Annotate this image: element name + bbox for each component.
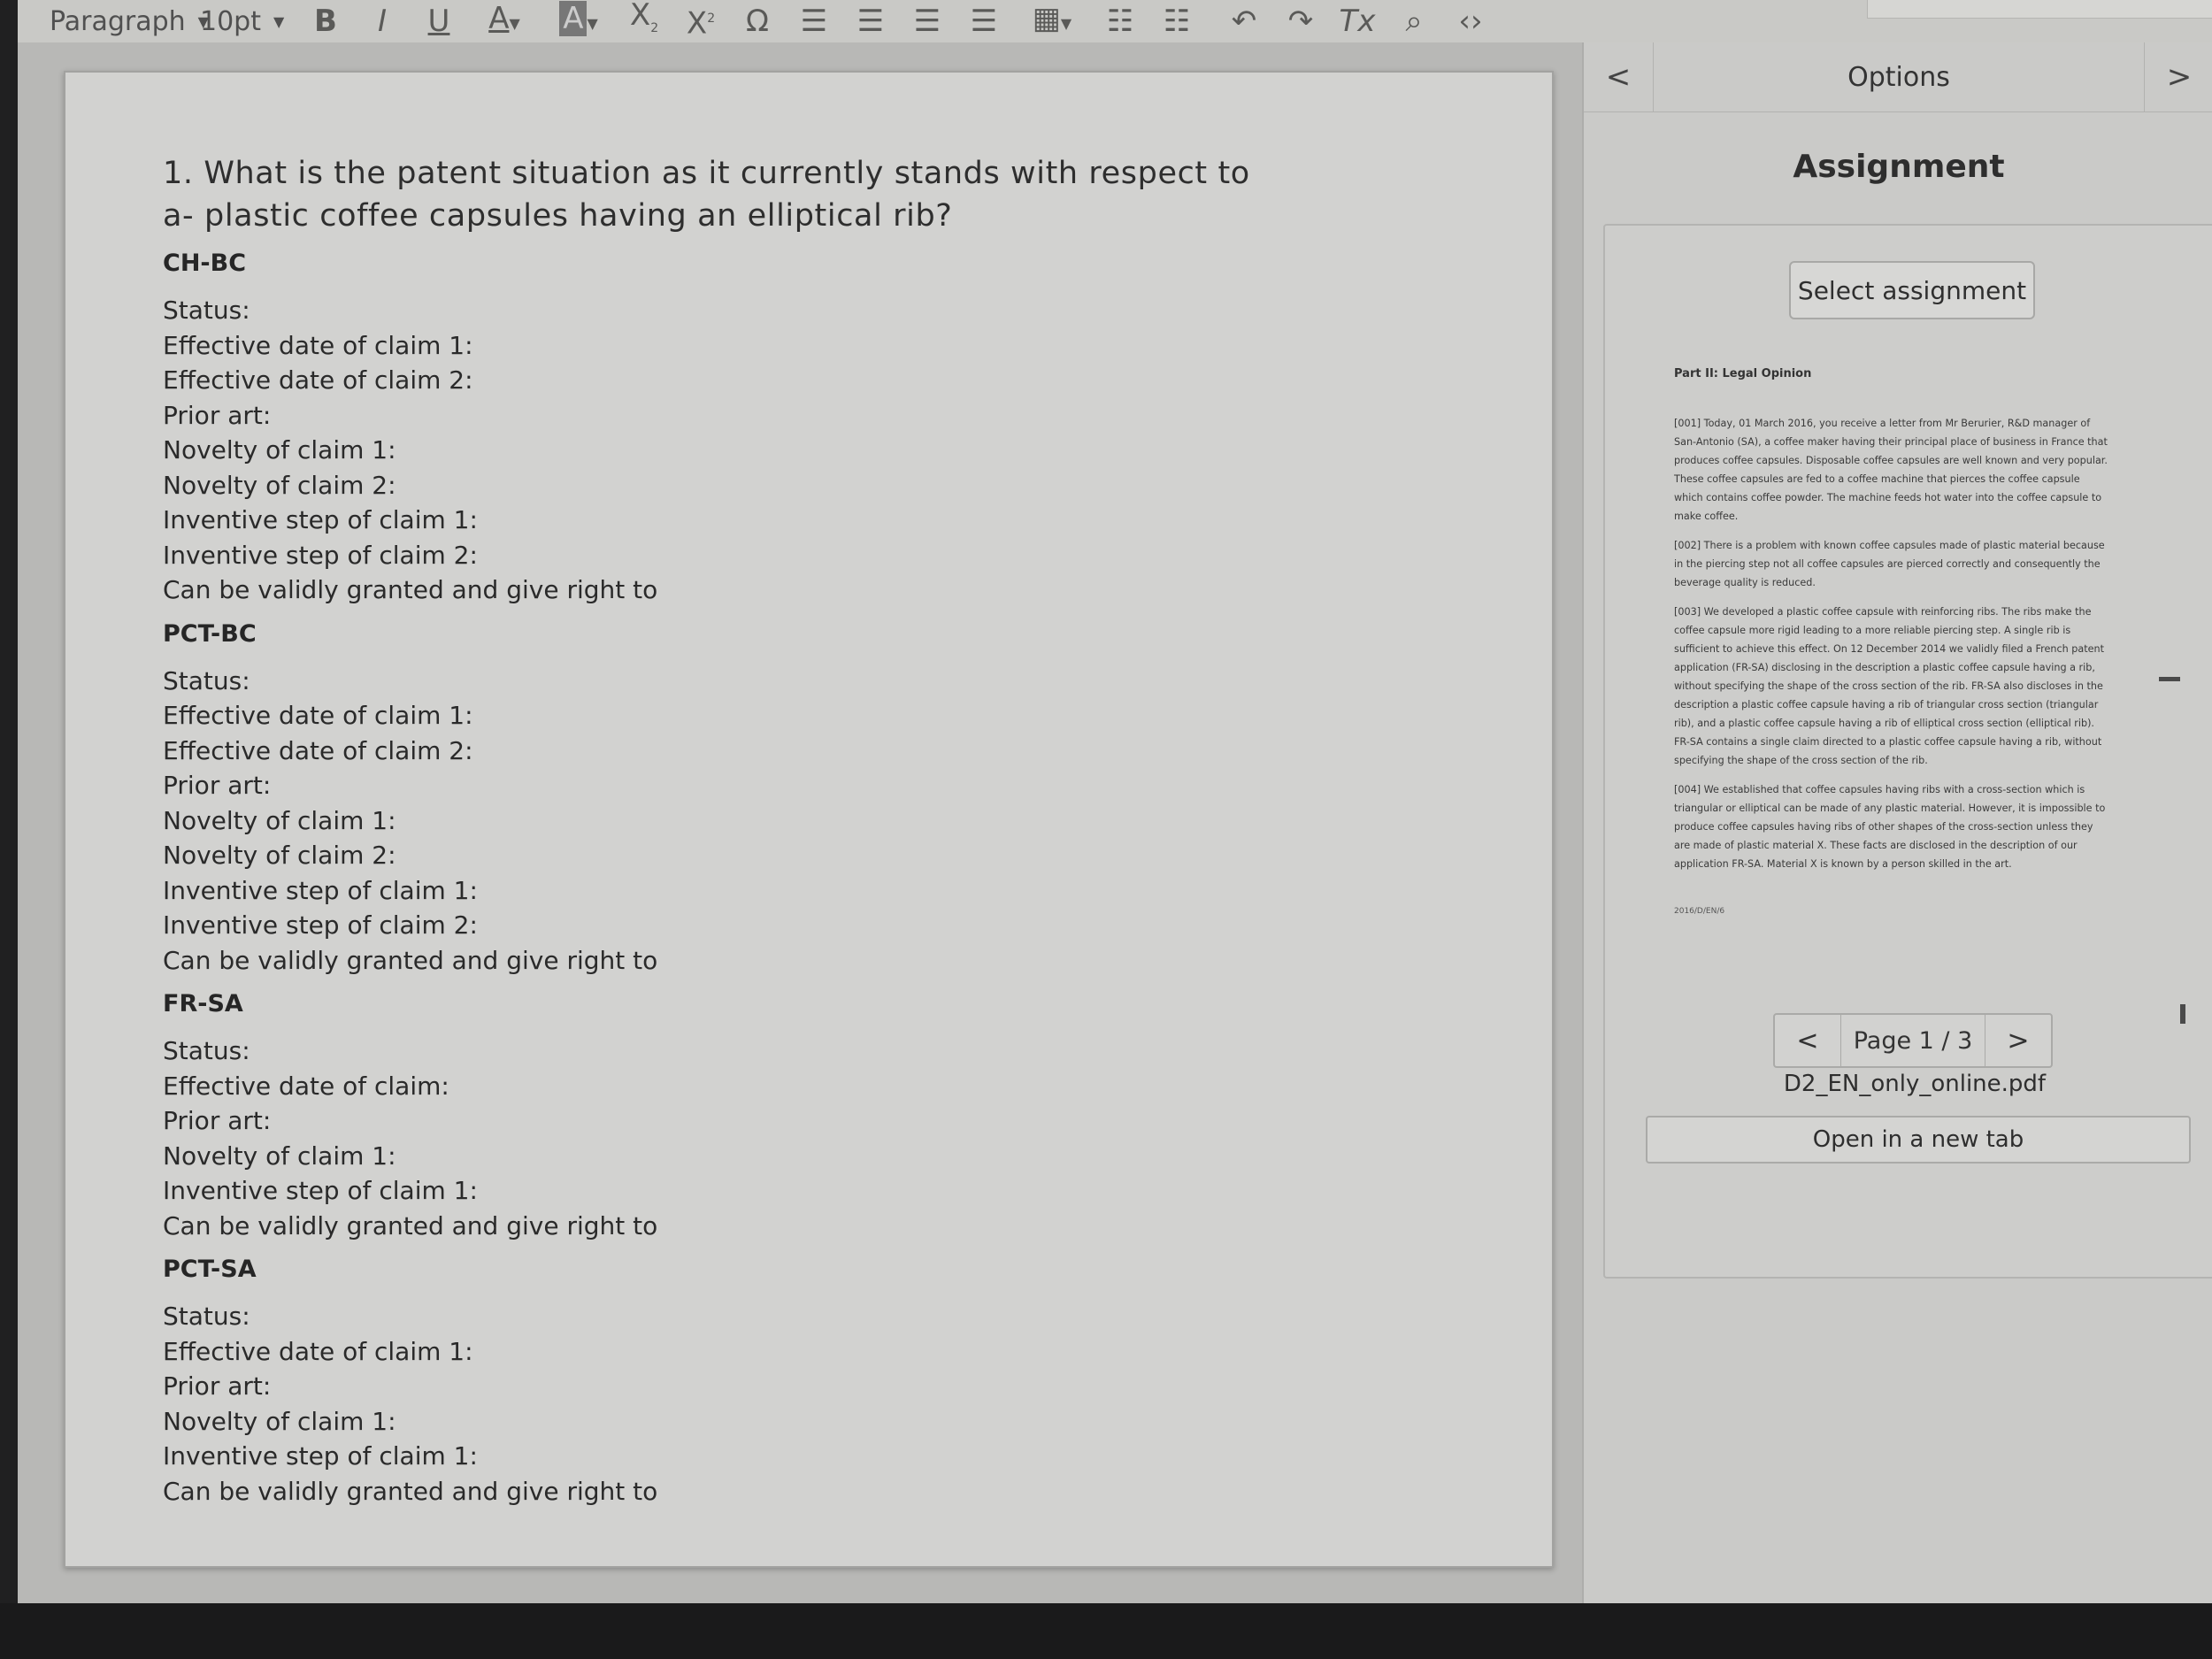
size-select[interactable]: 10pt ▼ — [200, 6, 297, 37]
question-title: 1. What is the patent situation as it cu… — [163, 152, 1250, 237]
select-assignment-button[interactable]: Select assignment — [1789, 261, 2035, 319]
section-heading: PCT-SA — [163, 1256, 257, 1283]
answer-line: Can be validly granted and give right to — [163, 575, 658, 604]
answer-line: Effective date of claim 1: — [163, 330, 473, 360]
answer-line: Prior art: — [163, 1106, 272, 1135]
page-indicator: Page 1 / 3 — [1853, 1026, 1973, 1055]
answer-line: Inventive step of claim 1: — [163, 1176, 478, 1205]
pdf-paragraph: [001] Today, 01 March 2016, you receive … — [1674, 418, 2108, 522]
scroll-marker — [2159, 677, 2180, 681]
pdf-filename: D2_EN_only_online.pdf — [1783, 1071, 2047, 1097]
answer-line: Novelty of claim 1: — [163, 805, 396, 835]
device-bezel-bottom — [0, 1603, 2212, 1659]
answer-line: Effective date of claim: — [163, 1071, 449, 1101]
format-select[interactable]: Paragraph ▼ — [50, 6, 209, 37]
assignment-box: Select assignment Part II: Legal Opinion… — [1603, 224, 2212, 1279]
undo-icon[interactable]: ↶ — [1216, 4, 1272, 39]
answer-line: Prior art: — [163, 771, 272, 800]
align-justify-icon[interactable]: ☰ — [956, 4, 1012, 39]
editor-document[interactable]: 1. What is the patent situation as it cu… — [64, 71, 1554, 1568]
subscript-icon[interactable]: X2 — [616, 0, 672, 45]
clear-format-icon[interactable]: Tx — [1329, 4, 1386, 39]
editor-area: 1. What is the patent situation as it cu… — [18, 42, 1584, 1603]
chevron-left-icon[interactable]: < — [1584, 42, 1654, 111]
section-heading: FR-SA — [163, 990, 243, 1018]
answer-line: Status: — [163, 665, 250, 695]
options-title: Options — [1847, 61, 1950, 93]
highlight-color-icon[interactable]: A ▼ — [541, 1, 616, 42]
pdf-preview[interactable]: Part II: Legal Opinion [001] Today, 01 M… — [1658, 367, 2171, 987]
pdf-paragraph: [002] There is a problem with known coff… — [1674, 540, 2105, 588]
answer-line: Novelty of claim 1: — [163, 1406, 396, 1436]
pdf-pager: < Page 1 / 3 > — [1773, 1013, 2053, 1068]
answer-line: Novelty of claim 2: — [163, 470, 396, 500]
italic-icon[interactable]: I — [354, 4, 411, 39]
scroll-marker — [2180, 1004, 2185, 1024]
format-select-value: Paragraph — [50, 5, 186, 37]
text-color-icon[interactable]: A▼ — [467, 1, 541, 42]
answer-line: Effective date of claim 1: — [163, 701, 473, 730]
editor-content[interactable]: 1. What is the patent situation as it cu… — [163, 152, 1250, 1509]
answer-line: Can be validly granted and give right to — [163, 1210, 658, 1240]
align-right-icon[interactable]: ☰ — [899, 4, 956, 39]
align-center-icon[interactable]: ☰ — [842, 4, 899, 39]
open-new-tab-button[interactable]: Open in a new tab — [1646, 1116, 2191, 1164]
numbered-list-icon[interactable]: ☷ — [1148, 4, 1205, 39]
answer-line: Inventive step of claim 2: — [163, 540, 478, 570]
align-left-icon[interactable]: ☰ — [786, 4, 842, 39]
answer-line: Can be validly granted and give right to — [163, 945, 658, 975]
size-select-value: 10pt — [200, 5, 261, 37]
question-line: 1. What is the patent situation as it cu… — [163, 156, 1250, 191]
find-replace-icon[interactable]: ⌕ — [1386, 4, 1442, 39]
assignment-title: Assignment — [1793, 149, 2005, 185]
chevron-down-icon: ▼ — [273, 12, 285, 30]
answer-line: Inventive step of claim 2: — [163, 910, 478, 940]
answer-line: Prior art: — [163, 400, 272, 430]
answer-line: Inventive step of claim 1: — [163, 1441, 478, 1471]
answer-line: Status: — [163, 1302, 250, 1331]
answer-line: Status: — [163, 1036, 250, 1065]
answer-line: Inventive step of claim 1: — [163, 875, 478, 905]
answer-line: Novelty of claim 1: — [163, 1141, 396, 1171]
source-code-icon[interactable]: ‹› — [1442, 4, 1499, 39]
pdf-paragraph: [004] We established that coffee capsule… — [1674, 784, 2106, 870]
options-panel: < Options > Assignment Select assignment… — [1582, 42, 2212, 1603]
section-heading: PCT-BC — [163, 619, 257, 648]
bullet-list-icon[interactable]: ☷ — [1092, 4, 1148, 39]
superscript-icon[interactable]: X2 — [672, 1, 729, 42]
table-icon[interactable]: ▦▼ — [1012, 1, 1092, 42]
bold-icon[interactable]: B — [297, 4, 354, 39]
answer-line: Inventive step of claim 1: — [163, 505, 478, 534]
answer-line: Novelty of claim 2: — [163, 841, 396, 870]
pdf-paragraph: [003] We developed a plastic coffee caps… — [1674, 606, 2105, 766]
editor-toolbar: Paragraph ▼ 10pt ▼ B I U A▼ A ▼ X2 X2 Ω ☰… — [18, 0, 2212, 43]
pdf-footer: 2016/D/EN/6 — [1674, 907, 1725, 916]
answer-line: Effective date of claim 1: — [163, 1336, 473, 1366]
answer-line: Status: — [163, 296, 250, 325]
redo-icon[interactable]: ↷ — [1272, 4, 1329, 39]
answer-sections: CH-BC Status: Effective date of claim 1: Ef… — [163, 250, 1250, 1509]
answer-line: Effective date of claim 2: — [163, 735, 473, 765]
app-screen: Paragraph ▼ 10pt ▼ B I U A▼ A ▼ X2 X2 Ω ☰… — [18, 0, 2212, 1603]
answer-line: Can be validly granted and give right to — [163, 1476, 658, 1506]
next-page-button[interactable]: > — [1985, 1015, 2051, 1066]
prev-page-button[interactable]: < — [1775, 1015, 1841, 1066]
answer-line: Novelty of claim 1: — [163, 435, 396, 465]
answer-line: Effective date of claim 2: — [163, 365, 473, 395]
options-panel-header: < Options > — [1584, 42, 2212, 112]
question-line: a- plastic coffee capsules having an ell… — [163, 198, 953, 234]
section-heading: CH-BC — [163, 250, 247, 277]
toolbar-field[interactable] — [1867, 0, 2212, 19]
pdf-heading: Part II: Legal Opinion — [1674, 367, 1812, 380]
underline-icon[interactable]: U — [411, 4, 467, 39]
answer-line: Prior art: — [163, 1371, 272, 1401]
special-char-icon[interactable]: Ω — [729, 4, 786, 39]
chevron-right-icon[interactable]: > — [2144, 42, 2212, 111]
